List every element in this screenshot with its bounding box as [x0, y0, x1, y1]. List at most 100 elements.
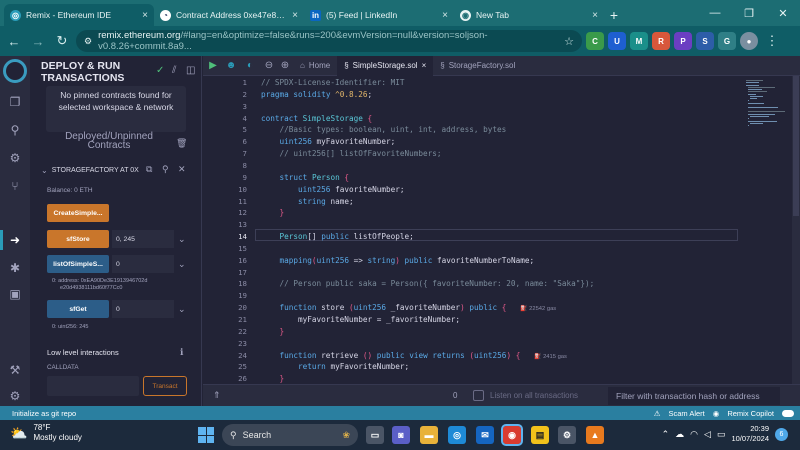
sticky-notes-icon[interactable]: ▤: [531, 426, 549, 444]
plugin-manager-icon[interactable]: ⚒: [7, 362, 23, 378]
teams-icon[interactable]: ◙: [392, 426, 410, 444]
close-window-icon[interactable]: ✕: [766, 0, 800, 26]
chrome-taskbar-icon[interactable]: ◉: [501, 424, 523, 446]
profile-avatar[interactable]: ●: [740, 32, 758, 50]
zoom-in-icon[interactable]: ⊕: [277, 60, 293, 71]
extension-icon[interactable]: R: [652, 32, 670, 50]
transaction-filter-input[interactable]: Filter with transaction hash or address: [608, 387, 780, 405]
toggle-icon[interactable]: ◐: [239, 60, 261, 71]
listofsimplestorage-input[interactable]: 0: [112, 255, 174, 273]
close-icon[interactable]: ×: [592, 10, 598, 21]
code-editor[interactable]: // SPDX-License-Identifier: MIT pragma so…: [258, 76, 738, 384]
extension-icon[interactable]: G: [718, 32, 736, 50]
git-init-link[interactable]: Initialize as git repo: [12, 409, 76, 418]
chevron-down-icon[interactable]: ⌄: [41, 166, 48, 175]
reload-icon[interactable]: ↻: [52, 31, 72, 51]
minimize-icon[interactable]: —: [698, 0, 732, 26]
debugger-icon[interactable]: ✱: [7, 260, 23, 276]
docs-icon[interactable]: ⫽: [172, 65, 176, 76]
minimap-line: [746, 81, 760, 83]
cloud-sync-icon[interactable]: ☁: [675, 429, 684, 440]
ai-icon[interactable]: ☻: [223, 60, 239, 71]
close-icon[interactable]: ×: [142, 10, 148, 21]
trash-icon[interactable]: 🗑: [176, 138, 187, 149]
plugin-icon[interactable]: ▣: [7, 286, 23, 302]
browser-tab-linkedin[interactable]: in (5) Feed | LinkedIn ×: [304, 4, 454, 26]
editor-scroll-thumb[interactable]: [793, 76, 799, 216]
chevron-down-icon[interactable]: ⌄: [178, 234, 186, 245]
panel-title: DEPLOY & RUN TRANSACTIONS: [41, 60, 124, 84]
listen-checkbox[interactable]: [473, 390, 484, 401]
volume-icon[interactable]: ◁: [704, 429, 711, 440]
editor-minimap[interactable]: [742, 76, 792, 384]
wifi-icon[interactable]: ◠: [690, 429, 698, 440]
sfget-input[interactable]: 0: [112, 300, 174, 318]
close-icon[interactable]: ×: [442, 10, 448, 21]
url-input[interactable]: ⚙ remix.ethereum.org/#lang=en&optimize=f…: [76, 30, 582, 52]
task-view-icon[interactable]: ▭: [366, 426, 384, 444]
more-menu-icon[interactable]: ⋮: [762, 31, 782, 51]
bookmark-star-icon[interactable]: ☆: [564, 35, 574, 48]
back-icon[interactable]: ←: [4, 31, 24, 51]
extension-icon[interactable]: C: [586, 32, 604, 50]
settings-icon[interactable]: ⚙: [7, 388, 23, 404]
new-tab-button[interactable]: +: [604, 4, 624, 26]
compiler-icon[interactable]: ⚙: [7, 150, 23, 166]
clock[interactable]: 20:39 10/07/2024: [731, 424, 769, 444]
extension-icon[interactable]: M: [630, 32, 648, 50]
copilot-toggle[interactable]: Remix Copilot: [727, 409, 774, 418]
git-icon[interactable]: ⑂: [7, 178, 23, 194]
file-explorer-icon[interactable]: ❐: [7, 94, 23, 110]
sfstore-button[interactable]: sfStore: [47, 230, 109, 248]
edge-icon[interactable]: ◎: [448, 426, 466, 444]
createsimplestorage-button[interactable]: CreateSimple...: [47, 204, 109, 222]
pin-icon[interactable]: ⚲: [162, 164, 169, 175]
restore-icon[interactable]: ❐: [732, 0, 766, 26]
panel-toggle-icon[interactable]: ◫: [186, 65, 195, 76]
chevron-down-icon[interactable]: ⌄: [178, 304, 186, 315]
expand-terminal-icon[interactable]: ⇑: [213, 390, 221, 401]
tab-simplestorage[interactable]: § SimpleStorage.sol ×: [337, 55, 434, 76]
search-icon[interactable]: ⚲: [7, 122, 23, 138]
extension-icon[interactable]: P: [674, 32, 692, 50]
extension-icon[interactable]: S: [696, 32, 714, 50]
tab-storagefactory[interactable]: § StorageFactory.sol: [433, 56, 522, 76]
line-number: 25: [238, 362, 247, 372]
close-icon[interactable]: ×: [422, 61, 427, 70]
outlook-icon[interactable]: ✉: [476, 426, 494, 444]
copy-icon[interactable]: ⧉: [146, 164, 152, 175]
site-info-icon[interactable]: ⚙: [84, 36, 92, 47]
transact-button[interactable]: Transact: [143, 376, 187, 396]
browser-tab-remix[interactable]: ◎ Remix - Ethereum IDE ×: [4, 4, 154, 26]
deploy-icon[interactable]: ➜: [7, 232, 23, 248]
chevron-up-icon[interactable]: ⌃: [662, 429, 670, 440]
remix-logo-icon[interactable]: [3, 59, 27, 83]
zoom-out-icon[interactable]: ⊖: [261, 60, 277, 71]
chevron-down-icon[interactable]: ⌄: [178, 259, 186, 270]
calldata-input[interactable]: [47, 376, 139, 396]
settings-taskbar-icon[interactable]: ⚙: [558, 426, 576, 444]
scam-alert-link[interactable]: Scam Alert: [669, 409, 705, 418]
notification-badge[interactable]: 6: [775, 427, 788, 441]
browser-tab-etherscan[interactable]: ◔ Contract Address 0xe47e877D0 ×: [154, 4, 304, 26]
weather-widget[interactable]: ⛅ 78°F Mostly cloudy: [10, 423, 82, 443]
listofsimplestorage-button[interactable]: listOfSimpleS...: [47, 255, 109, 273]
taskbar-search[interactable]: ⚲ Search ❀: [222, 424, 358, 446]
copilot-switch[interactable]: [782, 409, 794, 417]
vlc-icon[interactable]: ▲: [586, 426, 604, 444]
extension-icon[interactable]: U: [608, 32, 626, 50]
battery-icon[interactable]: ▭: [717, 429, 726, 440]
editor-scrollbar[interactable]: [792, 76, 800, 384]
browser-tab-newtab[interactable]: ◉ New Tab ×: [454, 4, 604, 26]
info-icon[interactable]: ℹ: [180, 347, 183, 358]
sfget-button[interactable]: sfGet: [47, 300, 109, 318]
code-line: struct Person {: [279, 172, 349, 182]
close-icon[interactable]: ×: [292, 10, 298, 21]
file-explorer-taskbar-icon[interactable]: ▬: [420, 426, 438, 444]
windows-start-icon[interactable]: [198, 427, 214, 443]
close-icon[interactable]: ✕: [178, 164, 186, 175]
run-icon[interactable]: ▶: [203, 60, 223, 71]
forward-icon[interactable]: →: [28, 31, 48, 51]
tab-home[interactable]: ⌂ Home: [293, 56, 337, 76]
sfstore-input[interactable]: 0, 245: [112, 230, 174, 248]
